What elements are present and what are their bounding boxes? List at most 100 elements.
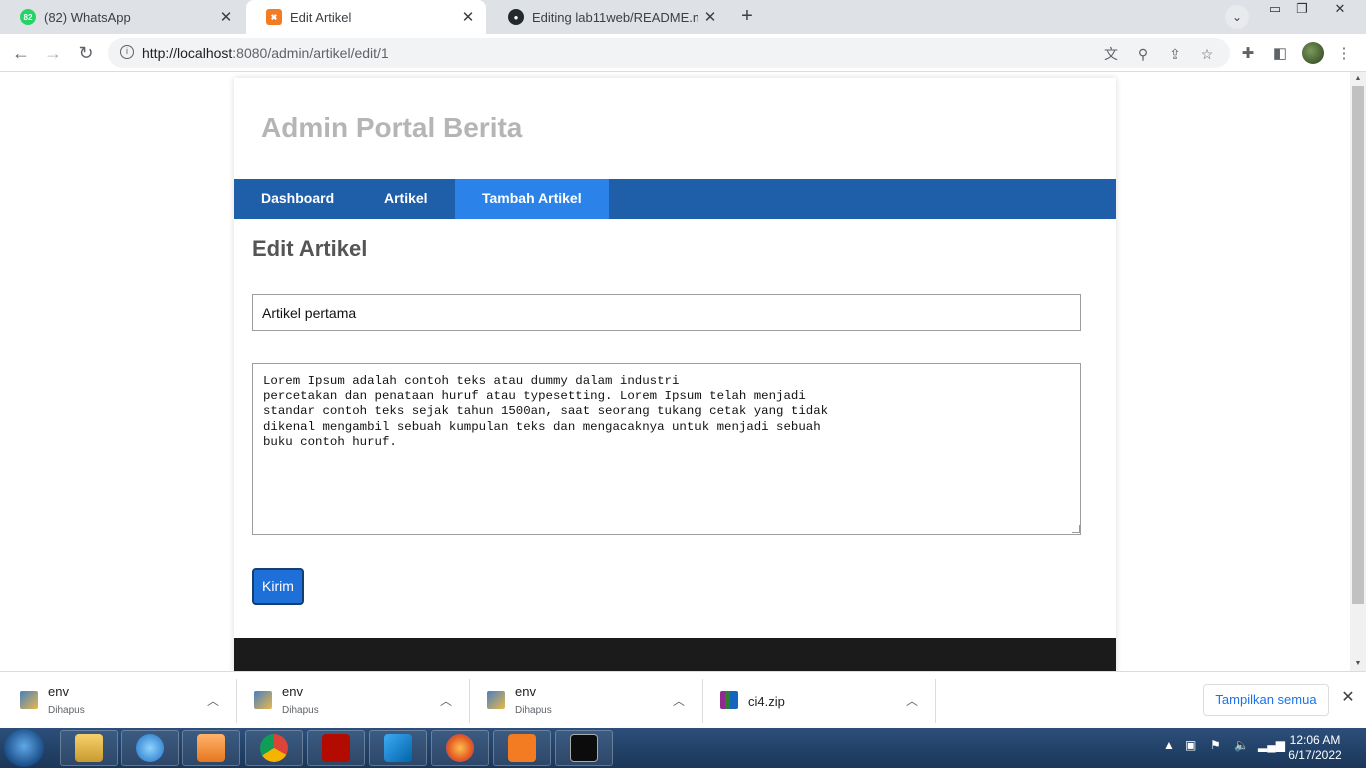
taskbar-firefox[interactable]	[431, 730, 489, 766]
url-host: http://localhost	[142, 45, 233, 61]
taskbar-explorer[interactable]	[60, 730, 118, 766]
tab-title: Edit Artikel	[290, 9, 352, 25]
whatsapp-icon: 82	[20, 9, 36, 25]
media-player-icon	[197, 734, 225, 762]
tab-github[interactable]: ● Editing lab11web/README.md at ✕	[488, 0, 728, 34]
translate-icon[interactable]: 文	[1102, 45, 1120, 63]
restore-button[interactable]: ❐	[1287, 0, 1317, 22]
extensions-icon[interactable]: ✚	[1238, 44, 1258, 64]
address-bar[interactable]: i http://localhost:8080/admin/artikel/ed…	[108, 38, 1230, 68]
show-all-downloads-button[interactable]: Tampilkan semua	[1203, 684, 1329, 716]
chevron-up-icon[interactable]: ︿	[669, 691, 689, 711]
tab-whatsapp[interactable]: 82 (82) WhatsApp ✕	[0, 0, 244, 34]
taskbar-xampp[interactable]	[493, 730, 551, 766]
download-name: env	[282, 684, 303, 699]
firefox-icon	[446, 734, 474, 762]
download-shelf: env Dihapus ︿ env Dihapus ︿ env Dihapus …	[0, 671, 1366, 728]
zoom-icon[interactable]: ⚲	[1134, 45, 1152, 63]
minimize-button[interactable]: ▭	[1260, 0, 1290, 22]
tab-search-button[interactable]: ⌄	[1225, 5, 1249, 29]
tray-network-icon[interactable]: ▣	[1185, 738, 1196, 752]
close-window-button[interactable]: ✕	[1323, 0, 1357, 22]
internet-explorer-icon	[136, 734, 164, 762]
content-textarea[interactable]: Lorem Ipsum adalah contoh teks atau dumm…	[252, 363, 1081, 535]
xampp-icon: ✖	[266, 9, 282, 25]
folder-icon	[75, 734, 103, 762]
file-icon	[20, 691, 38, 709]
chrome-icon	[260, 734, 288, 762]
scroll-down-arrow-icon[interactable]: ▼	[1350, 657, 1366, 671]
back-button[interactable]: ←	[8, 40, 34, 66]
tab-title: Editing lab11web/README.md at	[532, 9, 698, 25]
start-button[interactable]	[4, 729, 44, 767]
close-tab-icon[interactable]: ✕	[698, 8, 722, 26]
forward-button[interactable]: →	[40, 40, 66, 66]
tray-flag-icon[interactable]: ⚑	[1210, 738, 1221, 752]
page-title: Edit Artikel	[252, 236, 368, 261]
github-icon: ●	[508, 9, 524, 25]
taskbar-cmd[interactable]	[555, 730, 613, 766]
scroll-up-arrow-icon[interactable]: ▲	[1350, 72, 1366, 86]
new-tab-button[interactable]: +	[735, 5, 759, 29]
terminal-icon	[570, 734, 598, 762]
tray-volume-icon[interactable]: 🔈	[1234, 738, 1249, 752]
download-name: ci4.zip	[748, 694, 785, 709]
page-footer	[234, 638, 1116, 671]
chevron-up-icon[interactable]: ︿	[203, 691, 223, 711]
xampp-icon	[508, 734, 536, 762]
download-item[interactable]: ci4.zip ︿	[700, 679, 934, 723]
download-item[interactable]: env Dihapus ︿	[467, 679, 701, 723]
nav-dashboard[interactable]: Dashboard	[234, 179, 361, 219]
divider	[935, 679, 936, 723]
reload-button[interactable]: ↻	[73, 40, 99, 66]
tab-edit-artikel[interactable]: ✖ Edit Artikel ✕	[246, 0, 486, 34]
file-icon	[254, 691, 272, 709]
page-viewport: Admin Portal Berita Dashboard Artikel Ta…	[0, 72, 1350, 671]
zip-archive-icon	[720, 691, 738, 709]
close-shelf-icon[interactable]: ✕	[1338, 688, 1358, 708]
taskbar-clock[interactable]: 12:06 AM 6/17/2022	[1280, 733, 1350, 763]
download-item[interactable]: env Dihapus ︿	[234, 679, 468, 723]
acrobat-icon	[322, 734, 350, 762]
page-container: Admin Portal Berita Dashboard Artikel Ta…	[234, 78, 1116, 671]
vscode-icon	[384, 734, 412, 762]
clock-time: 12:06 AM	[1289, 733, 1341, 747]
close-tab-icon[interactable]: ✕	[214, 8, 238, 26]
page-scrollbar[interactable]: ▲ ▼	[1350, 72, 1366, 671]
side-panel-icon[interactable]: ◧	[1270, 44, 1290, 64]
download-status: Dihapus	[515, 705, 552, 716]
clock-date: 6/17/2022	[1288, 748, 1342, 762]
taskbar-ie[interactable]	[121, 730, 179, 766]
download-name: env	[48, 684, 69, 699]
scrollbar-thumb[interactable]	[1352, 86, 1364, 604]
download-status: Dihapus	[282, 705, 319, 716]
site-title: Admin Portal Berita	[261, 112, 523, 143]
title-input[interactable]	[252, 294, 1081, 331]
file-icon	[487, 691, 505, 709]
tab-title: (82) WhatsApp	[44, 9, 131, 25]
taskbar-vscode[interactable]	[369, 730, 427, 766]
menu-kebab-icon[interactable]: ⋮	[1334, 44, 1354, 64]
url-text: http://localhost:8080/admin/artikel/edit…	[142, 45, 389, 61]
nav-tambah-artikel[interactable]: Tambah Artikel	[455, 179, 609, 219]
download-item[interactable]: env Dihapus ︿	[0, 679, 234, 723]
close-tab-icon[interactable]: ✕	[456, 8, 480, 26]
browser-tab-strip: 82 (82) WhatsApp ✕ ✖ Edit Artikel ✕ ● Ed…	[0, 0, 1366, 34]
windows-taskbar: ▲ ▣ ⚑ 🔈 ▂▄▆ 12:06 AM 6/17/2022	[0, 728, 1366, 768]
share-icon[interactable]: ⇪	[1166, 45, 1184, 63]
site-info-icon[interactable]: i	[120, 45, 134, 59]
submit-button[interactable]: Kirim	[252, 568, 304, 605]
bookmark-star-icon[interactable]: ☆	[1198, 45, 1216, 63]
taskbar-media[interactable]	[182, 730, 240, 766]
taskbar-acrobat[interactable]	[307, 730, 365, 766]
download-status: Dihapus	[48, 705, 85, 716]
chevron-up-icon[interactable]: ︿	[902, 691, 922, 711]
nav-artikel[interactable]: Artikel	[357, 179, 455, 219]
download-name: env	[515, 684, 536, 699]
chevron-up-icon[interactable]: ︿	[436, 691, 456, 711]
textarea-resize-handle[interactable]	[1072, 525, 1080, 533]
taskbar-chrome[interactable]	[245, 730, 303, 766]
tray-expand-icon[interactable]: ▲	[1163, 738, 1175, 752]
main-nav: Dashboard Artikel Tambah Artikel	[234, 179, 1116, 219]
profile-avatar[interactable]	[1302, 42, 1324, 64]
